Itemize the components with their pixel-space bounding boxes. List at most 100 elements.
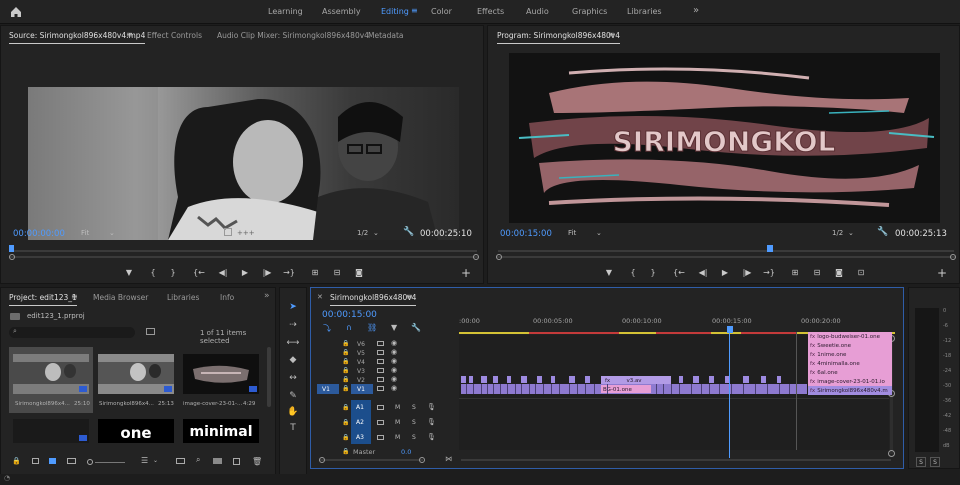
new-bin-icon[interactable] <box>213 458 222 464</box>
v1-sync-lock-icon[interactable] <box>377 386 384 391</box>
program-export-frame-camera-icon[interactable]: ◙ <box>833 268 845 277</box>
track-label-v2[interactable]: V2 <box>357 377 365 384</box>
new-bin-from-search-icon[interactable] <box>146 328 155 335</box>
source-current-timecode[interactable]: 00:00:00:00 <box>13 229 65 239</box>
v2-clip[interactable] <box>493 376 498 383</box>
program-add-marker-button[interactable]: ▼ <box>603 268 615 277</box>
icon-view-icon[interactable] <box>49 458 56 464</box>
program-fit-select[interactable]: Fit <box>568 229 576 237</box>
program-mark-in-button[interactable]: { <box>627 268 639 277</box>
master-volume-value[interactable]: 0.0 <box>401 448 411 456</box>
source-video-frame[interactable] <box>28 87 459 240</box>
clip-right-7[interactable]: fx Sirimongkol896x480v4.m <box>808 386 892 395</box>
lock-icon[interactable]: 🔒 <box>12 457 21 465</box>
step-forward-button[interactable]: |▶ <box>261 268 273 277</box>
insert-nest-icon[interactable]: ⤵ <box>323 323 331 334</box>
source-scrub-bar[interactable] <box>11 250 477 252</box>
track-label-a1[interactable]: A1 <box>356 404 364 411</box>
add-marker-icon[interactable]: ▼ <box>391 323 397 332</box>
v2-clip[interactable] <box>679 376 683 383</box>
source-menu-icon[interactable]: ≡ <box>126 30 133 39</box>
track-label-a3[interactable]: A3 <box>356 434 364 441</box>
v2-clip[interactable] <box>693 376 699 383</box>
v5-lock-icon[interactable]: 🔒 <box>342 349 349 356</box>
a2-sync-lock-icon[interactable] <box>377 420 384 425</box>
a1-sync-lock-icon[interactable] <box>377 405 384 410</box>
go-to-in-button[interactable]: {← <box>193 268 205 277</box>
project-item-thumb-3[interactable] <box>183 354 259 394</box>
source-playhead[interactable] <box>9 245 14 252</box>
a2-mute-button[interactable]: M <box>395 419 400 426</box>
find-icon[interactable]: ⌕ <box>196 455 200 465</box>
source-zoom-left-handle[interactable] <box>9 254 15 260</box>
v6-eye-icon[interactable]: ◉ <box>391 339 397 347</box>
new-item-icon[interactable] <box>233 458 240 465</box>
selection-tool-icon[interactable]: ➤ <box>286 301 300 313</box>
type-tool-icon[interactable]: T <box>286 422 300 434</box>
v1-lock-icon[interactable]: 🔒 <box>342 385 349 392</box>
source-fit-select[interactable]: Fit <box>81 229 89 237</box>
v2-clip[interactable] <box>709 376 714 383</box>
v2-clip[interactable] <box>761 376 766 383</box>
comparison-view-icon[interactable]: ⊡ <box>855 268 867 277</box>
workspace-graphics[interactable]: Graphics <box>572 7 607 16</box>
track-label-a2[interactable]: A2 <box>356 419 364 426</box>
extract-button[interactable]: ⊟ <box>811 268 823 277</box>
v4-lock-icon[interactable]: 🔒 <box>342 358 349 365</box>
track-label-v5[interactable]: V5 <box>357 350 365 357</box>
sort-icon[interactable]: ☰ <box>141 456 148 465</box>
tab-media-browser[interactable]: Media Browser <box>93 293 148 302</box>
program-fit-chevron-icon[interactable]: ⌄ <box>596 229 602 237</box>
insert-settings-icon[interactable] <box>224 228 232 236</box>
timeline-horizontal-scroll[interactable] <box>461 459 891 461</box>
project-overflow-button[interactable]: » <box>264 291 270 301</box>
a2-solo-button[interactable]: S <box>412 419 416 426</box>
program-menu-icon[interactable]: ≡ <box>608 30 615 39</box>
track-label-v3[interactable]: V3 <box>357 368 365 375</box>
tab-program[interactable]: Program: Sirimongkol896x480v4 <box>497 31 621 44</box>
master-lock-icon[interactable]: 🔒 <box>342 448 349 455</box>
v2-lock-icon[interactable]: 🔒 <box>342 376 349 383</box>
timeline-vscroll-handle-end[interactable] <box>888 450 895 457</box>
program-resolution-select[interactable]: 1/2 <box>832 229 843 237</box>
project-item-thumb-4[interactable] <box>13 419 89 443</box>
overwrite-button[interactable]: ⊟ <box>331 268 343 277</box>
program-current-timecode[interactable]: 00:00:15:00 <box>500 229 552 239</box>
list-view-icon[interactable] <box>32 458 39 464</box>
a3-solo-button[interactable]: S <box>412 434 416 441</box>
automate-to-sequence-icon[interactable] <box>176 458 185 464</box>
clip-v3[interactable]: fx v3.av <box>601 376 671 384</box>
v2-clip[interactable] <box>569 376 575 383</box>
tab-sequence[interactable]: Sirimongkol896x480v4 <box>330 293 417 306</box>
export-frame-camera-icon[interactable]: ◙ <box>353 268 365 277</box>
v2-clip[interactable] <box>481 376 487 383</box>
source-zoom-right-handle[interactable] <box>473 254 479 260</box>
program-go-to-out-button[interactable]: →} <box>763 268 775 277</box>
source-resolution-select[interactable]: 1/2 <box>357 229 368 237</box>
workspace-audio[interactable]: Audio <box>526 7 549 16</box>
v5-sync-lock-icon[interactable] <box>377 350 384 355</box>
workspace-learning[interactable]: Learning <box>268 7 303 16</box>
v4-sync-lock-icon[interactable] <box>377 359 384 364</box>
workspace-menu-icon[interactable]: ≡ <box>411 6 418 15</box>
v2-clip[interactable] <box>725 376 729 383</box>
fit-timeline-icon[interactable]: ⋈ <box>445 455 452 463</box>
clip-right-1[interactable]: fx logo-budweiser-01.one <box>808 332 892 341</box>
track-select-tool-icon[interactable]: ⇢ <box>286 319 300 331</box>
v3-eye-icon[interactable]: ◉ <box>391 366 397 374</box>
project-item-thumb-6[interactable]: minimal <box>183 419 259 443</box>
program-resolution-chevron-icon[interactable]: ⌄ <box>848 229 854 237</box>
step-back-button[interactable]: ◀| <box>217 268 229 277</box>
mark-out-button[interactable]: } <box>167 268 179 277</box>
program-playhead[interactable] <box>767 245 774 252</box>
workspace-effects[interactable]: Effects <box>477 7 504 16</box>
clip-right-4[interactable]: fx 4minimalla.one <box>808 359 892 368</box>
razor-tool-icon[interactable]: ◆ <box>286 354 300 366</box>
v2-clip[interactable] <box>777 376 781 383</box>
timeline-close-icon[interactable]: ✕ <box>317 293 323 301</box>
a1-voiceover-mic-icon[interactable]: 🎙 <box>427 403 436 411</box>
home-icon[interactable] <box>9 5 23 19</box>
workspace-assembly[interactable]: Assembly <box>322 7 361 16</box>
v6-lock-icon[interactable]: 🔒 <box>342 340 349 347</box>
track-label-v6[interactable]: V6 <box>357 341 365 348</box>
